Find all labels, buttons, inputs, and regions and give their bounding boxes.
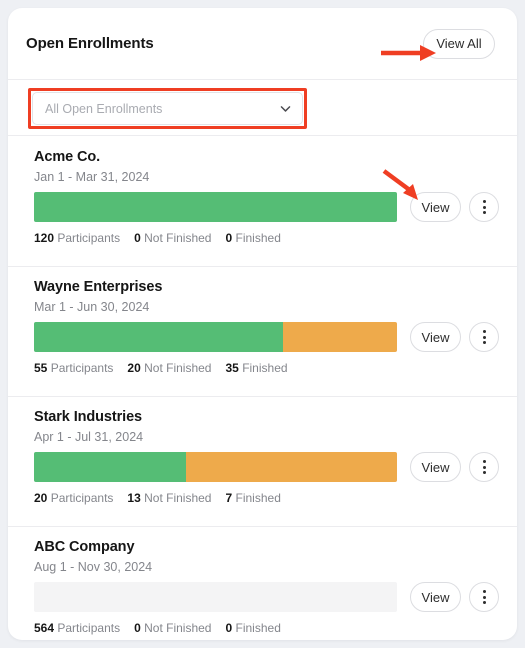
enrollment-row: ABC Company Aug 1 - Nov 30, 2024 View 564 P… (8, 526, 517, 640)
stat-not-finished: 0 Not Finished (134, 231, 211, 245)
enrollment-list: Acme Co. Jan 1 - Mar 31, 2024 View 120 Part… (8, 136, 517, 640)
kebab-dot (482, 460, 486, 463)
kebab-dot (482, 341, 486, 344)
enrollment-row-actions: View (410, 582, 499, 612)
stat-finished-value: 0 (225, 621, 233, 635)
progress-segment-not-finished (282, 322, 397, 352)
enrollment-filter-value: All Open Enrollments (45, 101, 163, 116)
stat-participants-label: Participants (50, 361, 114, 375)
progress-segment-not-finished (186, 452, 397, 482)
stat-finished-value: 0 (225, 231, 233, 245)
enrollment-progress-bar (34, 582, 397, 612)
stat-not-finished: 0 Not Finished (134, 621, 211, 635)
kebab-menu-icon[interactable] (469, 322, 499, 352)
kebab-dot (482, 590, 486, 593)
stat-participants-value: 20 (34, 491, 48, 505)
stat-finished: 7 Finished (225, 491, 280, 505)
enrollment-stats: 564 Participants 0 Not Finished 0 Finished (34, 621, 281, 635)
enrollment-progress-bar (34, 452, 397, 482)
stat-participants-label: Participants (57, 231, 121, 245)
stat-not-finished-value: 0 (134, 231, 141, 245)
stat-not-finished-label: Not Finished (144, 361, 212, 375)
stat-participants: 55 Participants (34, 361, 113, 375)
enrollment-stats: 55 Participants 20 Not Finished 35 Finishe… (34, 361, 288, 375)
progress-segment-finished (34, 322, 283, 352)
stat-not-finished: 20 Not Finished (127, 361, 211, 375)
enrollment-row: Acme Co. Jan 1 - Mar 31, 2024 View 120 Part… (8, 136, 517, 266)
kebab-dot (482, 211, 486, 214)
kebab-dot (482, 465, 486, 469)
kebab-dot (482, 330, 486, 333)
stat-participants-value: 564 (34, 621, 55, 635)
enrollment-row-actions: View (410, 192, 499, 222)
stat-participants-label: Participants (57, 621, 121, 635)
stat-finished-value: 7 (225, 491, 233, 505)
stat-finished-label: Finished (235, 491, 281, 505)
enrollment-stats: 120 Participants 0 Not Finished 0 Finished (34, 231, 281, 245)
progress-segment-finished (34, 192, 397, 222)
kebab-dot (482, 601, 486, 604)
enrollment-name: ABC Company (34, 539, 135, 555)
stat-finished: 0 Finished (225, 231, 280, 245)
progress-segment-finished (34, 452, 187, 482)
enrollment-progress-bar (34, 192, 397, 222)
stat-finished-label: Finished (242, 361, 288, 375)
page-title: Open Enrollments (26, 35, 154, 52)
stat-finished: 0 Finished (225, 621, 280, 635)
enrollment-name: Acme Co. (34, 149, 101, 165)
kebab-dot (482, 595, 486, 599)
enrollment-name: Wayne Enterprises (34, 279, 163, 295)
kebab-menu-icon[interactable] (469, 192, 499, 222)
enrollment-dates: Aug 1 - Nov 30, 2024 (34, 560, 153, 574)
enrollment-dates: Apr 1 - Jul 31, 2024 (34, 430, 144, 444)
view-button[interactable]: View (410, 322, 461, 352)
stat-finished: 35 Finished (225, 361, 287, 375)
stat-not-finished-value: 20 (127, 361, 141, 375)
enrollment-name: Stark Industries (34, 409, 142, 425)
kebab-dot (482, 471, 486, 474)
stat-not-finished-label: Not Finished (144, 491, 212, 505)
kebab-dot (482, 335, 486, 339)
view-all-button[interactable]: View All (423, 28, 495, 59)
stat-participants: 20 Participants (34, 491, 113, 505)
stat-not-finished: 13 Not Finished (127, 491, 211, 505)
stat-finished-label: Finished (235, 621, 281, 635)
open-enrollments-card: Open Enrollments View All All Open Enrol… (8, 8, 517, 640)
kebab-dot (482, 200, 486, 203)
stat-finished-label: Finished (235, 231, 281, 245)
view-button[interactable]: View (410, 452, 461, 482)
view-button[interactable]: View (410, 582, 461, 612)
stat-participants: 564 Participants (34, 621, 120, 635)
kebab-menu-icon[interactable] (469, 582, 499, 612)
stat-participants-value: 120 (34, 231, 55, 245)
enrollment-dates: Jan 1 - Mar 31, 2024 (34, 170, 150, 184)
card-header: Open Enrollments View All (8, 8, 517, 80)
view-button[interactable]: View (410, 192, 461, 222)
enrollment-row-actions: View (410, 452, 499, 482)
stat-not-finished-label: Not Finished (144, 621, 212, 635)
stat-participants-value: 55 (34, 361, 48, 375)
stat-participants-label: Participants (50, 491, 114, 505)
kebab-dot (482, 205, 486, 209)
enrollment-progress-bar (34, 322, 397, 352)
stat-finished-value: 35 (225, 361, 239, 375)
enrollment-row-actions: View (410, 322, 499, 352)
stat-not-finished-value: 13 (127, 491, 141, 505)
stat-not-finished-label: Not Finished (144, 231, 212, 245)
stat-participants: 120 Participants (34, 231, 120, 245)
enrollment-stats: 20 Participants 13 Not Finished 7 Finished (34, 491, 281, 505)
enrollment-row: Stark Industries Apr 1 - Jul 31, 2024 View… (8, 396, 517, 526)
stat-not-finished-value: 0 (134, 621, 141, 635)
enrollment-dates: Mar 1 - Jun 30, 2024 (34, 300, 150, 314)
kebab-menu-icon[interactable] (469, 452, 499, 482)
filter-row: All Open Enrollments (8, 80, 517, 136)
enrollment-row: Wayne Enterprises Mar 1 - Jun 30, 2024 Vie… (8, 266, 517, 396)
chevron-down-icon (279, 102, 292, 115)
enrollment-filter-select[interactable]: All Open Enrollments (32, 92, 303, 125)
